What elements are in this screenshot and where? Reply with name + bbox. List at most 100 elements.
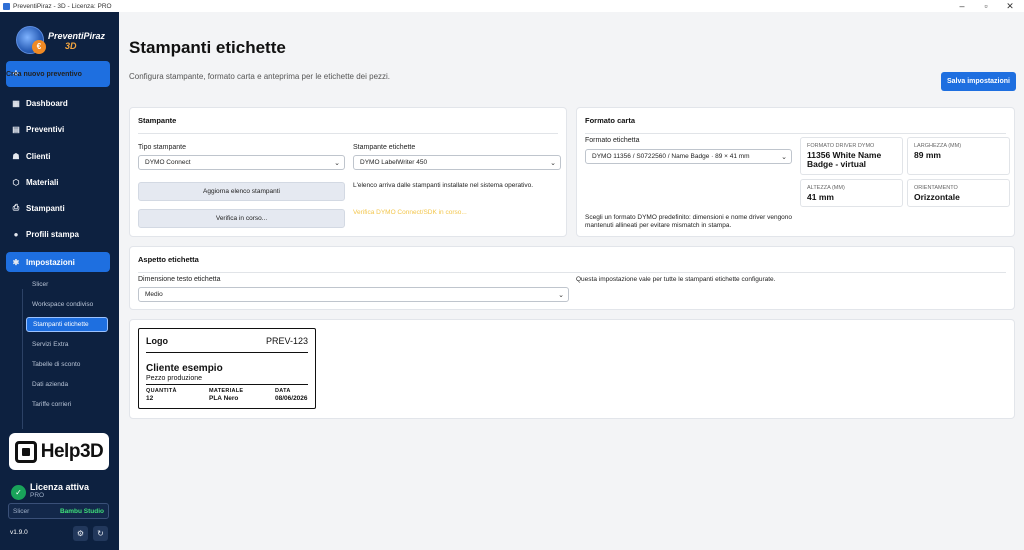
cube-icon: ⬡ bbox=[12, 177, 20, 187]
label-printer-value: DYMO LabelWriter 450 bbox=[360, 159, 428, 166]
submenu-rail bbox=[22, 289, 23, 429]
window-titlebar: PreventiPiraz - 3D - Licenza: PRO – ▫ ✕ bbox=[0, 0, 1024, 12]
gear-icon: ✱ bbox=[12, 257, 20, 267]
page-title: Stampanti etichette bbox=[129, 38, 286, 57]
stat-key: Orientamento bbox=[914, 185, 958, 191]
sidebar-item-impostazioni[interactable]: ✱ Impostazioni bbox=[6, 252, 110, 272]
grid-icon: ▦ bbox=[12, 98, 20, 108]
verify-status: Verifica DYMO Connect/SDK in corso... bbox=[353, 209, 467, 216]
preview-code: PREV-123 bbox=[265, 336, 308, 346]
divider bbox=[138, 272, 1006, 273]
save-settings-button[interactable]: Salva impostazioni bbox=[941, 72, 1016, 91]
brand-suffix: 3D bbox=[65, 41, 77, 51]
divider bbox=[146, 352, 308, 353]
sync-icon[interactable]: ↻ bbox=[93, 526, 108, 541]
page-subtitle: Configura stampante, formato carta e ant… bbox=[129, 72, 391, 81]
app-version: v1.9.0 bbox=[10, 529, 28, 536]
stat-key: Altezza (mm) bbox=[807, 185, 845, 191]
window-title: PreventiPiraz - 3D - Licenza: PRO bbox=[13, 2, 112, 10]
settings-gear-button[interactable]: ⚙ bbox=[73, 526, 88, 541]
slicer-indicator: Slicer Bambu Studio bbox=[8, 503, 109, 519]
chevron-down-icon: ⌄ bbox=[558, 292, 564, 299]
paper-card-title: Formato carta bbox=[585, 116, 636, 125]
sidebar-item-label: Preventivi bbox=[26, 124, 65, 134]
close-icon[interactable]: ✕ bbox=[998, 0, 1022, 12]
sidebar-item-label: Profili stampa bbox=[26, 229, 79, 239]
subitem-servizi-extra[interactable]: Servizi Extra bbox=[26, 337, 108, 352]
slicer-value: Bambu Studio bbox=[59, 507, 104, 515]
sidebar-item-label: Dashboard bbox=[26, 98, 68, 108]
sidebar-item-clienti[interactable]: ☗ Clienti bbox=[6, 146, 110, 166]
license-title: Licenza attiva bbox=[30, 482, 90, 492]
sidebar-item-preventivi[interactable]: ▤ Preventivi bbox=[6, 119, 110, 139]
paper-format-note: Scegli un formato DYMO predefinito: dime… bbox=[585, 214, 793, 229]
help3d-button[interactable]: Help3D bbox=[9, 433, 109, 470]
label-format-select[interactable]: DYMO 11356 / S0722560 / Name Badge · 89 … bbox=[585, 149, 792, 164]
printer-icon: ⎙ bbox=[12, 203, 20, 212]
sidebar-item-label: Impostazioni bbox=[26, 257, 75, 267]
printer-list-note: L'elenco arriva dalle stampanti installa… bbox=[353, 182, 534, 189]
sidebar-item-stampanti[interactable]: ⎙ Stampanti bbox=[6, 198, 110, 218]
label-printer-label: Stampante etichette bbox=[353, 144, 416, 151]
subitem-workspace-condiviso[interactable]: Workspace condiviso bbox=[26, 297, 108, 312]
label-preview-card: Logo PREV-123 Cliente esempio Pezzo prod… bbox=[129, 319, 1015, 419]
printer-type-select[interactable]: DYMO Connect ⌄ bbox=[138, 155, 345, 170]
chevron-down-icon: ⌄ bbox=[781, 154, 787, 161]
stat-value: 41 mm bbox=[807, 192, 834, 202]
sidebar-item-label: Materiali bbox=[26, 177, 59, 187]
label-printer-select[interactable]: DYMO LabelWriter 450 ⌄ bbox=[353, 155, 561, 170]
subitem-slicer[interactable]: Slicer bbox=[26, 277, 108, 292]
user-icon: ● bbox=[13, 229, 19, 239]
stat-value: 11356 White Name Badge - virtual bbox=[807, 150, 882, 169]
main-content: Stampanti etichette Configura stampante,… bbox=[119, 12, 1024, 550]
sidebar-item-materiali[interactable]: ⬡ Materiali bbox=[6, 172, 110, 192]
license-type: PRO bbox=[30, 492, 45, 499]
stat-orientation: Orientamento Orizzontale bbox=[907, 179, 1010, 207]
paper-format-card: Formato carta Formato etichetta DYMO 113… bbox=[576, 107, 1015, 237]
stat-height: Altezza (mm) 41 mm bbox=[800, 179, 903, 207]
printer-type-label: Tipo stampante bbox=[138, 144, 186, 151]
preview-customer: Cliente esempio bbox=[146, 363, 223, 374]
subitem-tariffe-corrieri[interactable]: Tariffe corrieri bbox=[26, 397, 108, 412]
stat-driver-format: Formato driver DYMO 11356 White Name Bad… bbox=[800, 137, 903, 175]
refresh-printers-button[interactable]: Aggiorna elenco stampanti bbox=[138, 182, 345, 201]
preview-field-value: 12 bbox=[146, 395, 154, 402]
printer-card: Stampante Tipo stampante DYMO Connect ⌄ … bbox=[129, 107, 567, 237]
users-icon: ☗ bbox=[12, 151, 20, 161]
preview-field-value: 08/06/2026 bbox=[275, 395, 308, 402]
app-icon bbox=[3, 2, 10, 10]
text-size-note: Questa impostazione vale per tutte le st… bbox=[576, 276, 776, 283]
stat-key: Formato driver DYMO bbox=[807, 143, 875, 149]
sidebar-item-label: Stampanti bbox=[26, 203, 65, 213]
shield-check-icon: ✓ bbox=[11, 485, 26, 500]
divider bbox=[585, 133, 1006, 134]
brand-name: PreventiPiraz bbox=[48, 31, 106, 41]
sidebar-item-dashboard[interactable]: ▦ Dashboard bbox=[6, 93, 110, 113]
divider bbox=[146, 384, 308, 385]
preview-field-key: DATA bbox=[275, 388, 291, 394]
stat-width: Larghezza (mm) 89 mm bbox=[907, 137, 1010, 175]
new-quote-button[interactable]: + Crea nuovo preventivo bbox=[6, 61, 110, 87]
subitem-dati-azienda[interactable]: Dati azienda bbox=[26, 377, 108, 392]
sidebar: € PreventiPiraz 3D + Crea nuovo preventi… bbox=[0, 12, 119, 550]
subitem-tabelle-sconto[interactable]: Tabelle di sconto bbox=[26, 357, 108, 372]
stat-value: Orizzontale bbox=[914, 192, 960, 202]
chevron-down-icon: ⌄ bbox=[550, 160, 556, 167]
slicer-key: Slicer bbox=[13, 507, 30, 515]
maximize-icon[interactable]: ▫ bbox=[974, 0, 998, 12]
preview-logo: Logo bbox=[146, 336, 168, 346]
text-size-select[interactable]: Medio ⌄ bbox=[138, 287, 569, 302]
printer-card-title: Stampante bbox=[138, 116, 177, 125]
sidebar-item-profili-stampa[interactable]: ● Profili stampa bbox=[6, 224, 110, 244]
printer-type-value: DYMO Connect bbox=[145, 159, 191, 166]
sidebar-item-label: Clienti bbox=[26, 151, 51, 161]
divider bbox=[138, 133, 558, 134]
document-icon: ▤ bbox=[12, 124, 20, 134]
label-preview: Logo PREV-123 Cliente esempio Pezzo prod… bbox=[138, 328, 316, 409]
verify-button[interactable]: Verifica in corso... bbox=[138, 209, 345, 228]
brand-logo: € PreventiPiraz 3D bbox=[10, 20, 110, 62]
subitem-stampanti-etichette[interactable]: Stampanti etichette bbox=[26, 317, 108, 332]
text-size-label: Dimensione testo etichetta bbox=[138, 276, 221, 283]
minimize-icon[interactable]: – bbox=[950, 0, 974, 12]
text-size-value: Medio bbox=[145, 291, 163, 298]
